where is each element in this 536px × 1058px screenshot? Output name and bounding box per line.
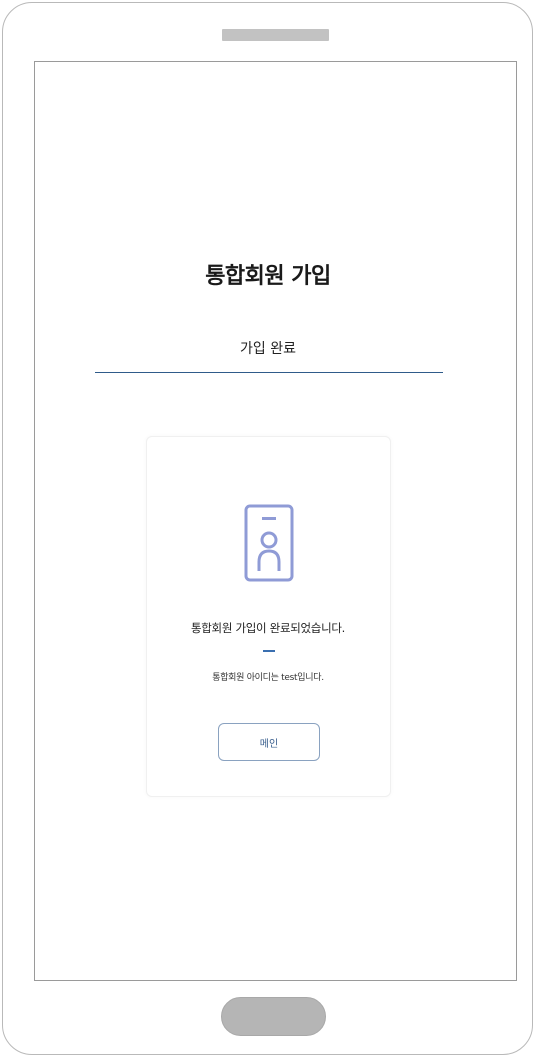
- step-underline: [95, 372, 443, 373]
- phone-home-button[interactable]: [221, 997, 326, 1036]
- phone-speaker: [222, 29, 329, 41]
- message-divider: [263, 650, 275, 652]
- step-label: 가입 완료: [240, 341, 296, 357]
- member-id-message: 통합회원 아이디는 test입니다.: [212, 673, 324, 683]
- main-button[interactable]: 메인: [218, 723, 320, 761]
- page-title: 통합회원 가입: [205, 264, 331, 289]
- id-card-icon: [244, 504, 294, 582]
- completion-message: 통합회원 가입이 완료되었습니다.: [191, 621, 345, 635]
